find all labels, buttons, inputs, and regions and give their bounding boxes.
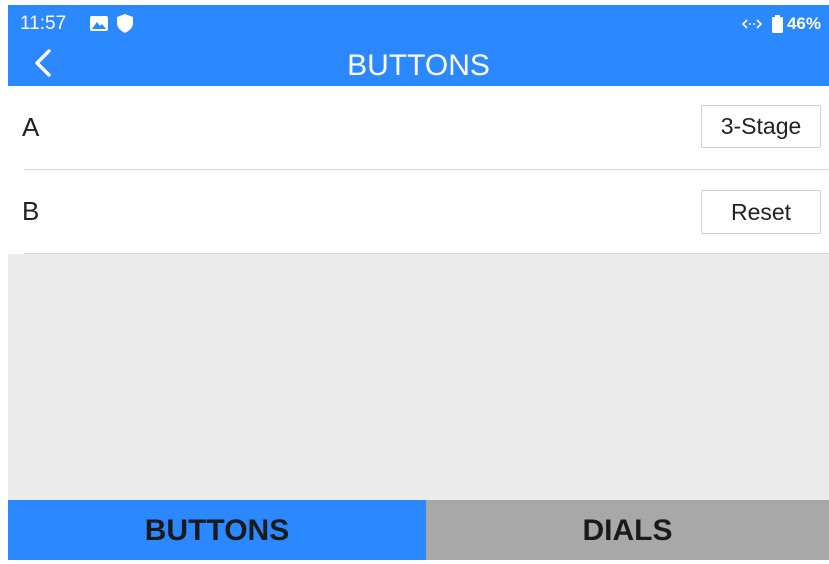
shield-icon — [117, 14, 133, 33]
mode-button-a[interactable]: 3-Stage — [701, 105, 821, 148]
status-time: 11:57 — [20, 13, 67, 34]
data-arrows-icon — [741, 19, 762, 29]
mode-button-b[interactable]: Reset — [701, 190, 821, 234]
screen: 11:57 46% BUTTONS A 3-Stage B Reset BUTT… — [8, 5, 829, 560]
settings-row-a: A 3-Stage — [8, 86, 829, 169]
battery-icon — [771, 15, 783, 33]
empty-content-area — [8, 254, 829, 500]
bottom-tab-bar: BUTTONS DIALS — [8, 500, 829, 560]
tab-buttons[interactable]: BUTTONS — [8, 500, 426, 560]
row-label-a: A — [22, 112, 40, 142]
settings-row-b: B Reset — [8, 170, 829, 253]
tab-dials[interactable]: DIALS — [426, 500, 829, 560]
header-bar: 11:57 46% BUTTONS — [8, 5, 829, 86]
image-icon — [90, 16, 108, 31]
row-label-b: B — [22, 196, 40, 226]
status-right: 46% — [741, 13, 821, 35]
battery-percent: 46% — [786, 14, 821, 33]
page-title: BUTTONS — [347, 49, 490, 82]
